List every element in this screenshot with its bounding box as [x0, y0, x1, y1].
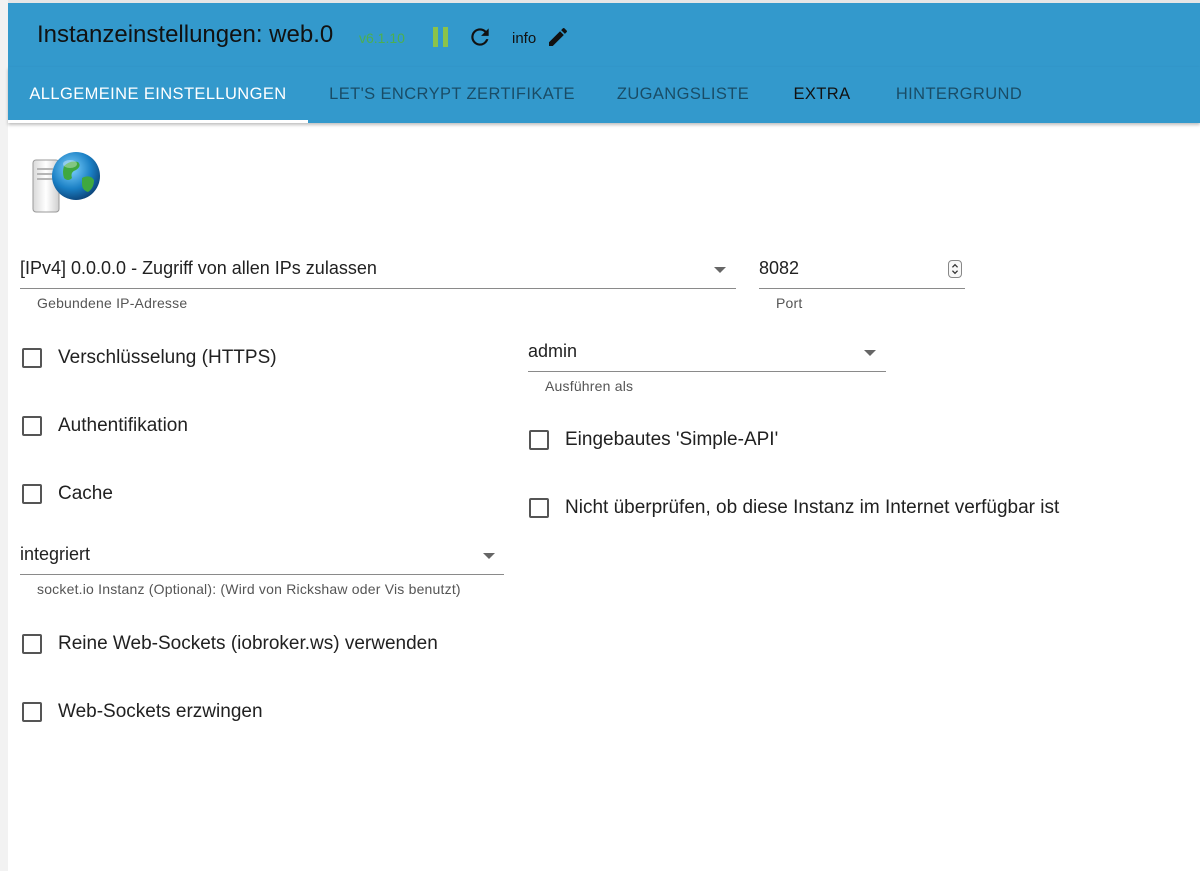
pause-icon[interactable] — [433, 27, 449, 47]
force-ws-checkbox[interactable] — [22, 702, 42, 722]
https-checkbox-row[interactable]: Verschlüsselung (HTTPS) — [22, 346, 422, 370]
reload-icon[interactable] — [467, 24, 493, 50]
port-helper: Port — [776, 295, 803, 311]
pure-ws-checkbox[interactable] — [22, 634, 42, 654]
chevron-down-icon — [483, 553, 495, 559]
no-check-label: Nicht überprüfen, ob diese Instanz im In… — [565, 497, 1060, 518]
page-title: Instanzeinstellungen: web.0 — [37, 21, 334, 48]
cache-checkbox-row[interactable]: Cache — [22, 482, 422, 506]
socketio-select[interactable]: integriert socket.io Instanz (Optional):… — [20, 542, 504, 602]
no-check-checkbox[interactable] — [529, 498, 549, 518]
force-ws-checkbox-row[interactable]: Web-Sockets erzwingen — [22, 700, 422, 724]
force-ws-label: Web-Sockets erzwingen — [58, 701, 263, 722]
bind-ip-helper: Gebundene IP-Adresse — [37, 295, 188, 311]
simple-api-label: Eingebautes 'Simple-API' — [565, 429, 779, 450]
run-as-value: admin — [528, 341, 578, 361]
tab-hintergrund[interactable]: HINTERGRUND — [874, 67, 1044, 123]
pure-ws-label: Reine Web-Sockets (iobroker.ws) verwende… — [58, 633, 438, 654]
bind-ip-select[interactable]: [IPv4] 0.0.0.0 - Zugriff von allen IPs z… — [20, 256, 736, 316]
https-label: Verschlüsselung (HTTPS) — [58, 347, 277, 368]
number-spinner-icon[interactable] — [948, 260, 962, 278]
tab-indicator — [8, 120, 308, 123]
port-value: 8082 — [759, 258, 800, 278]
cache-checkbox[interactable] — [22, 484, 42, 504]
title-bar: Instanzeinstellungen: web.0 v6.1.10 info — [8, 3, 1200, 67]
bind-ip-underline — [20, 288, 736, 289]
auth-label: Authentifikation — [58, 415, 188, 436]
simple-api-checkbox-row[interactable]: Eingebautes 'Simple-API' — [529, 428, 1029, 452]
run-as-select[interactable]: admin Ausführen als — [528, 338, 886, 398]
tabs-bar: ALLGEMEINE EINSTELLUNGEN LET'S ENCRYPT Z… — [8, 67, 1200, 123]
auth-checkbox[interactable] — [22, 416, 42, 436]
socketio-underline — [20, 574, 504, 575]
simple-api-checkbox[interactable] — [529, 430, 549, 450]
cache-label: Cache — [58, 483, 113, 504]
edit-pencil-icon[interactable] — [546, 25, 570, 49]
no-check-checkbox-row[interactable]: Nicht überprüfen, ob diese Instanz im In… — [529, 496, 1189, 520]
socketio-value: integriert — [20, 544, 91, 564]
run-as-underline — [528, 371, 886, 372]
socketio-helper: socket.io Instanz (Optional): (Wird von … — [37, 581, 461, 597]
version-label: v6.1.10 — [359, 30, 405, 46]
tab-lets-encrypt[interactable]: LET'S ENCRYPT ZERTIFIKATE — [308, 67, 596, 123]
chevron-down-icon — [714, 267, 726, 273]
info-link[interactable]: info — [512, 30, 536, 47]
left-margin-strip — [0, 0, 8, 871]
tab-zugangsliste[interactable]: ZUGANGSLISTE — [596, 67, 770, 123]
tab-allgemeine-einstellungen[interactable]: ALLGEMEINE EINSTELLUNGEN — [8, 67, 308, 123]
https-checkbox[interactable] — [22, 348, 42, 368]
port-underline — [759, 288, 965, 289]
bind-ip-value: [IPv4] 0.0.0.0 - Zugriff von allen IPs z… — [20, 258, 377, 278]
chevron-down-icon — [864, 350, 876, 356]
pure-ws-checkbox-row[interactable]: Reine Web-Sockets (iobroker.ws) verwende… — [22, 632, 522, 656]
port-input[interactable]: 8082 Port — [759, 256, 965, 316]
adapter-logo-icon — [32, 152, 100, 213]
run-as-helper: Ausführen als — [545, 378, 634, 394]
auth-checkbox-row[interactable]: Authentifikation — [22, 414, 422, 438]
tab-extra[interactable]: EXTRA — [770, 67, 874, 123]
